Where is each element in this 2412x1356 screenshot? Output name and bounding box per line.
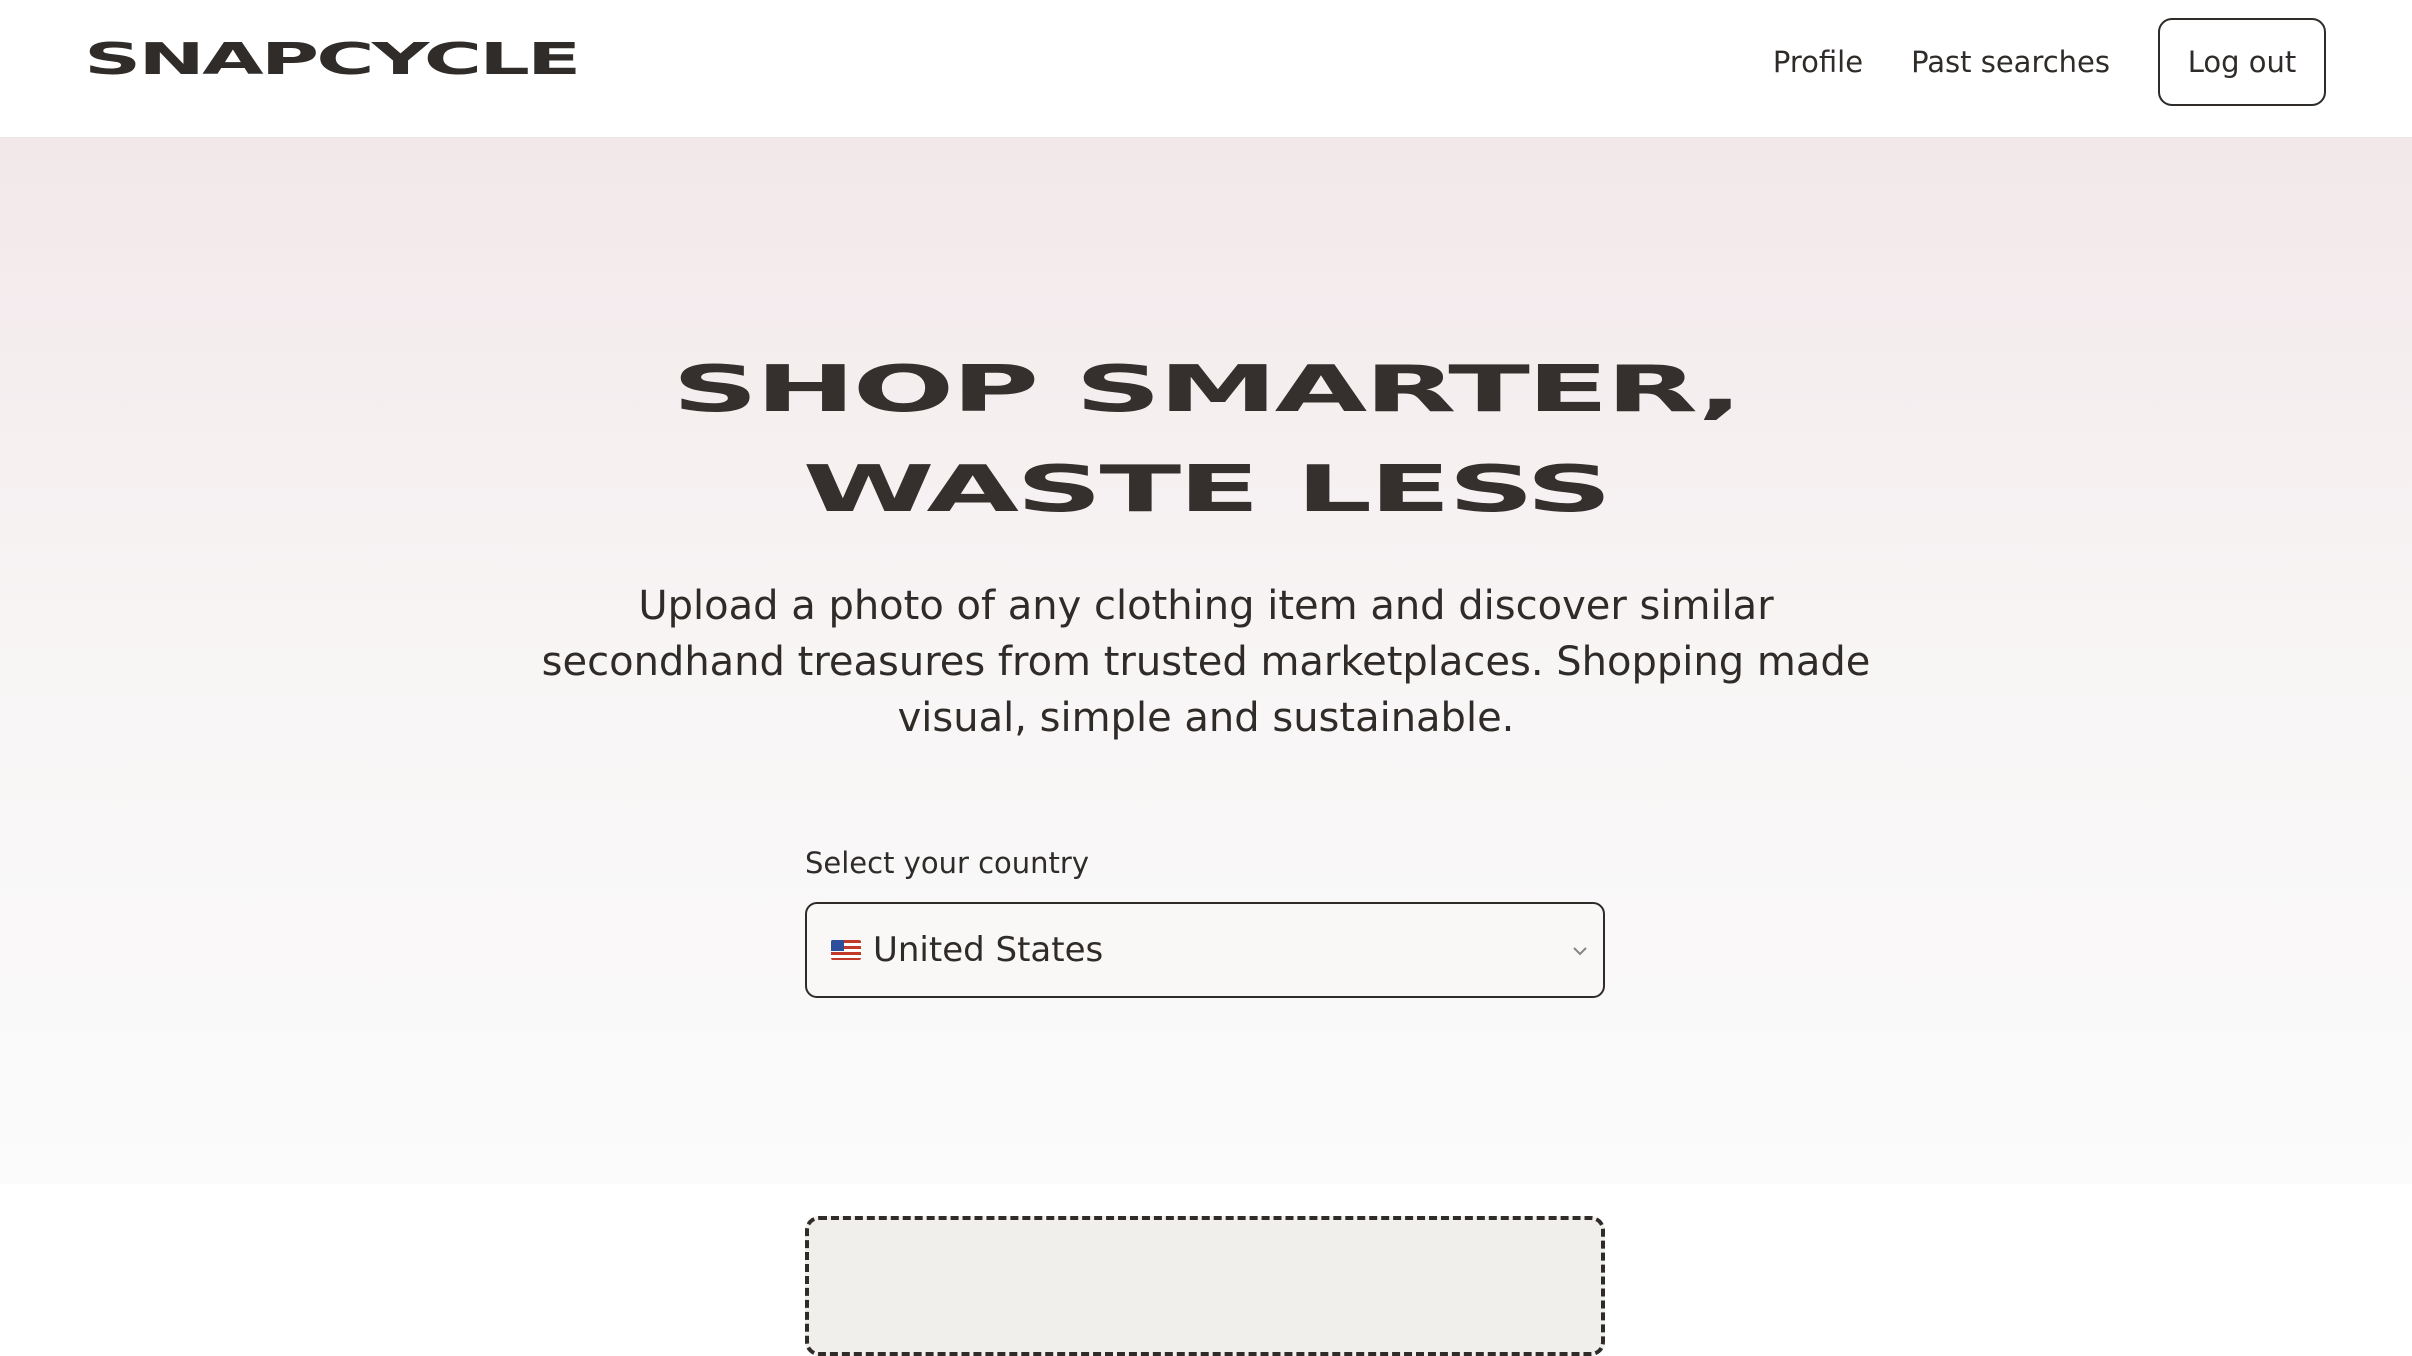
main-nav: Profile Past searches Log out	[1725, 18, 2326, 106]
photo-upload-dropzone[interactable]	[805, 1216, 1605, 1356]
selected-country: United States	[873, 930, 1104, 970]
hero-title: SHOP SMARTER, WASTE LESS	[0, 340, 2412, 540]
snapcycle-logo[interactable]: SNAPCYCLE	[84, 36, 859, 84]
past-searches-link[interactable]: Past searches	[1911, 45, 2110, 79]
profile-link[interactable]: Profile	[1773, 45, 1863, 79]
us-flag-icon	[831, 940, 861, 960]
logout-button[interactable]: Log out	[2158, 18, 2326, 106]
hero-title-line-1: SHOP SMARTER,	[672, 352, 1743, 427]
hero-subtitle: Upload a photo of any clothing item and …	[541, 583, 1871, 741]
chevron-down-icon	[1573, 947, 1587, 956]
country-select-label: Select your country	[805, 846, 1090, 880]
hero-title-line-2: WASTE LESS	[802, 452, 1613, 527]
country-select[interactable]: United States	[805, 902, 1605, 998]
top-navbar: SNAPCYCLE Profile Past searches Log out	[0, 0, 2412, 138]
hero-section: SHOP SMARTER, WASTE LESS Upload a photo …	[0, 138, 2412, 1356]
